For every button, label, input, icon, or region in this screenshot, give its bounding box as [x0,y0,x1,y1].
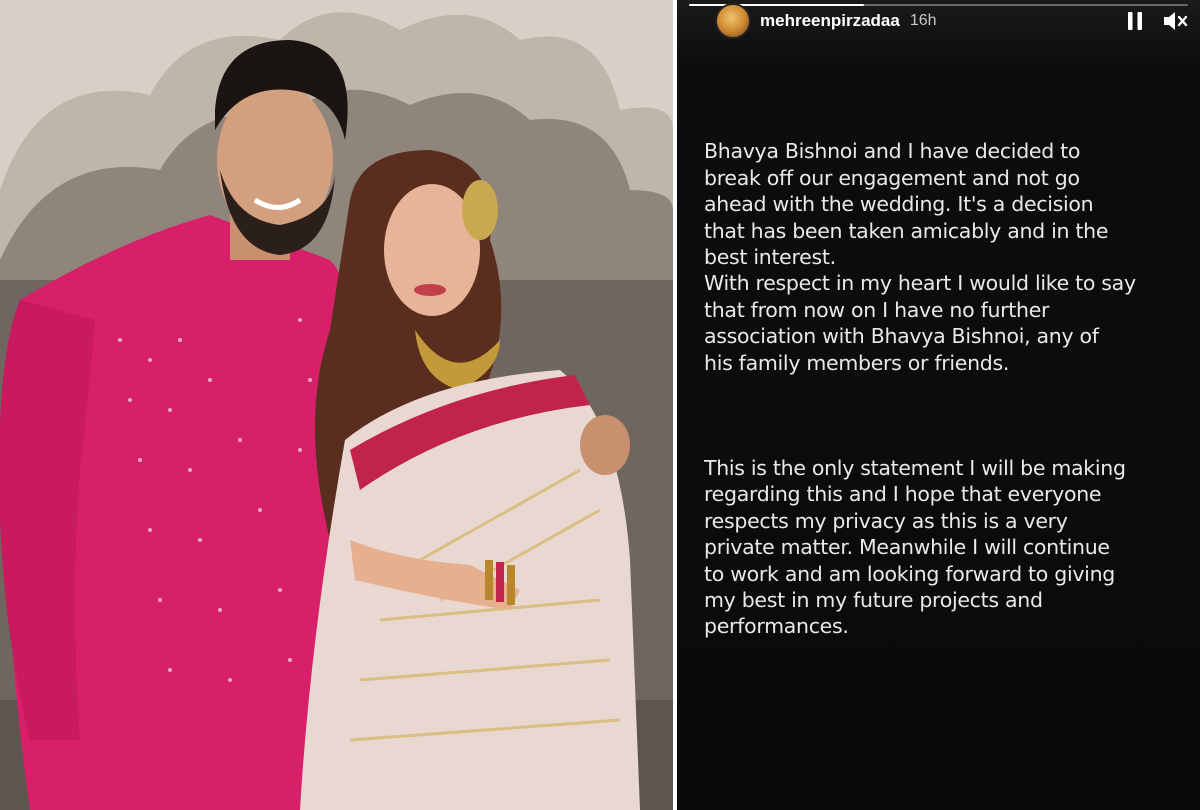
statement-paragraph-2: This is the only statement I will be mak… [704,455,1126,639]
couple-photo [0,0,673,810]
muted-speaker-icon [1164,12,1188,30]
pause-icon [1128,12,1142,30]
bangles [485,560,515,605]
instagram-story[interactable]: mehreenpirzadaa 16h Bhavya Bishnoi and I… [677,0,1200,810]
story-controls [1122,8,1188,34]
story-timestamp: 16h [909,12,937,29]
statement-paragraph-1: Bhavya Bishnoi and I have decided to bre… [704,139,1136,375]
story-header: mehreenpirzadaa 16h [715,2,1188,40]
man-hand [580,415,630,475]
mute-button[interactable] [1162,8,1188,34]
profile-avatar[interactable] [715,3,751,39]
woman-lips [414,284,446,296]
pause-button[interactable] [1122,8,1148,34]
woman-headpiece [462,180,498,240]
username[interactable]: mehreenpirzadaa [760,11,900,31]
story-statement-text: Bhavya Bishnoi and I have decided to bre… [704,112,1184,666]
photo-illustration [0,0,673,810]
